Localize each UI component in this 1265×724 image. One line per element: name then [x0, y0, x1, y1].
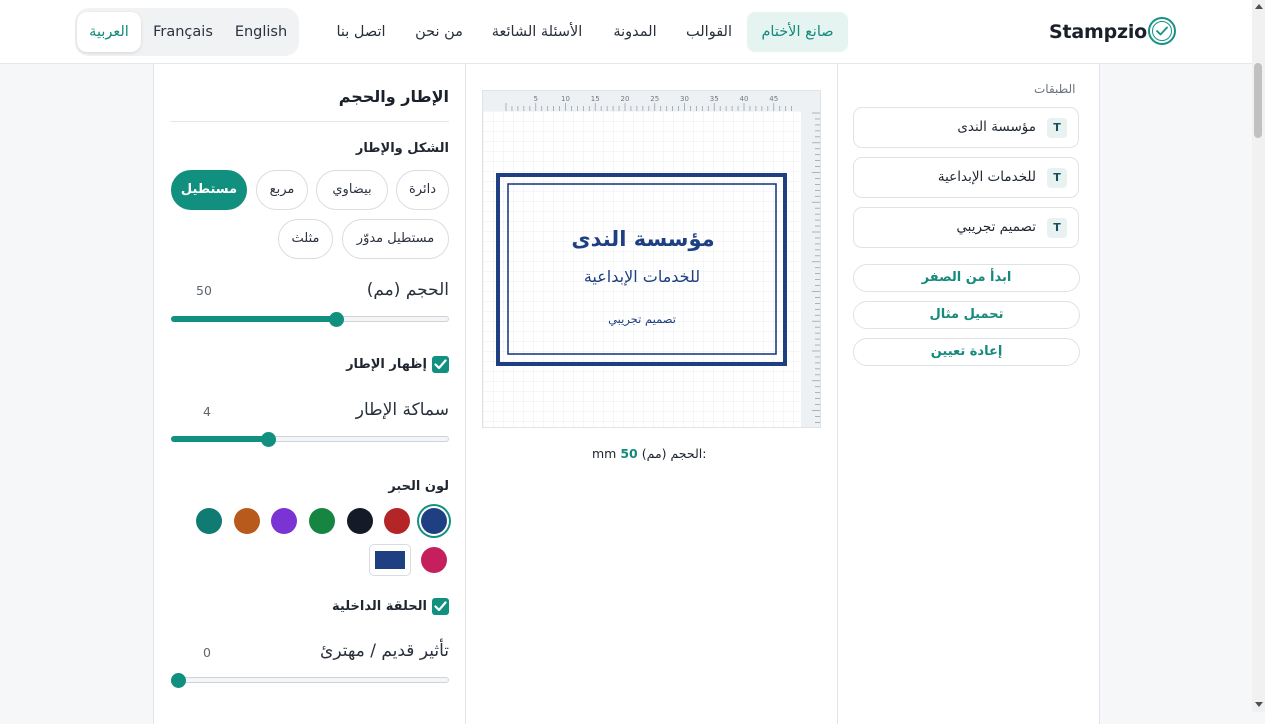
lang-french[interactable]: Français [149, 12, 217, 52]
border-thickness-slider[interactable] [171, 431, 449, 449]
show-border-checkbox[interactable] [432, 355, 449, 373]
ruler-label: 10 [561, 95, 570, 103]
stamp-line-1: مؤسسة الندى [571, 227, 714, 251]
nav-faq[interactable]: الأسئلة الشائعة [484, 12, 590, 52]
layer-name: مؤسسة الندى [957, 119, 1036, 135]
shape-triangle-button[interactable]: مثلث [278, 219, 333, 259]
canvas-drawing: 5 10 15 20 25 30 35 40 45 مؤسسة الندى للخدمات ال… [483, 91, 820, 427]
start-blank-button[interactable]: ابدأ من الصفر [853, 264, 1080, 292]
scroll-down-arrow-icon[interactable] [1255, 702, 1263, 707]
text-layer-icon: T [1047, 168, 1067, 188]
border-thickness-label: سماكة الإطار [355, 400, 449, 420]
stamp-line-2: للخدمات الإبداعية [584, 267, 700, 286]
lang-arabic[interactable]: العربية [77, 12, 141, 52]
shape-rectangle-button[interactable]: مستطيل [171, 170, 247, 210]
ruler-label: 15 [591, 95, 600, 103]
checkmark-icon [434, 358, 447, 369]
scrollbar-thumb[interactable] [1254, 63, 1262, 138]
top-header: Stampzio صانع الأختام القوالب المدونة ال… [0, 0, 1252, 64]
border-thickness-value: 4 [203, 404, 211, 419]
reset-button[interactable]: إعادة تعيين [853, 338, 1080, 366]
inner-ring-checkbox[interactable] [432, 597, 449, 615]
layer-name: للخدمات الإبداعية [937, 169, 1036, 185]
size-slider[interactable] [171, 311, 449, 329]
ruler-label: 35 [710, 95, 719, 103]
ink-color-green[interactable] [309, 508, 335, 534]
nav-blog[interactable]: المدونة [604, 12, 666, 52]
nav-templates[interactable]: القوالب [677, 12, 741, 52]
shape-section-label: الشكل والإطار [355, 141, 449, 156]
layer-name: تصميم تجريبي [956, 219, 1036, 235]
stamp-check-icon [1148, 17, 1176, 45]
vintage-effect-value: 0 [203, 645, 211, 660]
text-layer-icon: T [1047, 118, 1067, 138]
panel-divider-left [465, 64, 466, 724]
panel-divider-right [837, 64, 838, 724]
size-value: 50 [620, 446, 638, 461]
nav-about[interactable]: من نحن [408, 12, 470, 52]
size-label: الحجم (مم): [641, 446, 707, 461]
panel-separator [170, 121, 449, 122]
ruler-label: 25 [650, 95, 659, 103]
shape-rounded-rectangle-button[interactable]: مستطيل مدوّر [342, 219, 449, 259]
vintage-effect-slider[interactable] [171, 672, 449, 690]
page-scrollbar[interactable] [1252, 0, 1265, 712]
panel-title: الإطار والحجم [338, 87, 449, 106]
shape-oval-button[interactable]: بيضاوي [316, 170, 388, 210]
shape-circle-button[interactable]: دائرة [396, 170, 449, 210]
vintage-effect-label: تأثير قديم / مهترئ [320, 641, 449, 661]
ink-color-blue[interactable] [421, 508, 447, 534]
inner-ring-row: الحلقة الداخلية [332, 596, 449, 616]
logo-text: Stampzio [1049, 21, 1148, 43]
side-ruler [801, 111, 820, 427]
inner-ring-label: الحلقة الداخلية [332, 598, 427, 614]
scroll-up-arrow-icon[interactable] [1255, 4, 1263, 9]
size-slider-label: الحجم (مم) [366, 280, 449, 300]
size-readout: mm 50 الحجم (مم): [592, 446, 706, 461]
nav-contact[interactable]: اتصل بنا [327, 12, 395, 52]
ruler-label: 45 [769, 95, 778, 103]
ink-color-orange[interactable] [234, 508, 260, 534]
show-border-row: إظهار الإطار [346, 354, 449, 374]
custom-color-picker[interactable] [369, 544, 411, 576]
ink-color-teal[interactable] [196, 508, 222, 534]
logo[interactable]: Stampzio [1049, 16, 1176, 48]
size-slider-value: 50 [196, 283, 212, 298]
ink-color-purple[interactable] [271, 508, 297, 534]
size-unit: mm [592, 446, 617, 461]
language-switcher: English Français العربية [75, 8, 299, 56]
size-slider-thumb[interactable] [329, 312, 344, 327]
layer-item[interactable]: T مؤسسة الندى [853, 107, 1079, 148]
layers-title: الطبقات [1034, 82, 1076, 96]
ink-color-red[interactable] [384, 508, 410, 534]
nav-stamp-maker[interactable]: صانع الأختام [747, 12, 848, 52]
stamp-canvas[interactable]: 5 10 15 20 25 30 35 40 45 مؤسسة الندى للخدمات ال… [482, 90, 821, 428]
lang-english[interactable]: English [228, 12, 294, 52]
ink-color-label: لون الحبر [388, 479, 449, 494]
ruler-label: 5 [534, 95, 538, 103]
shape-square-button[interactable]: مربع [256, 170, 308, 210]
ink-color-black[interactable] [347, 508, 373, 534]
layer-item[interactable]: T للخدمات الإبداعية [853, 157, 1079, 198]
show-border-label: إظهار الإطار [346, 356, 427, 372]
stamp-line-3: تصميم تجريبي [608, 312, 676, 327]
border-thickness-thumb[interactable] [261, 432, 276, 447]
layer-item[interactable]: T تصميم تجريبي [853, 207, 1079, 248]
ruler-label: 40 [740, 95, 749, 103]
load-example-button[interactable]: تحميل مثال [853, 301, 1080, 329]
custom-color-preview [375, 551, 405, 569]
text-layer-icon: T [1047, 218, 1067, 238]
ruler-label: 20 [621, 95, 630, 103]
checkmark-icon [434, 600, 447, 611]
vintage-effect-thumb[interactable] [171, 673, 186, 688]
ruler-label: 30 [680, 95, 689, 103]
ink-color-crimson[interactable] [421, 547, 447, 573]
